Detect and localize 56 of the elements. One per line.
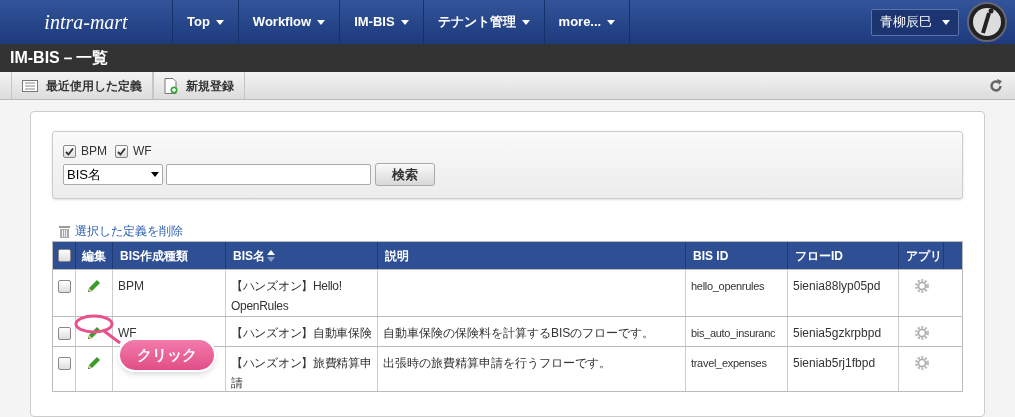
table-cell-text: BPM — [118, 278, 145, 295]
search-field[interactable] — [166, 164, 371, 185]
table-cell-text: 【ハンズオン】旅費精算申請 — [231, 355, 372, 391]
checkbox[interactable] — [57, 249, 71, 262]
avatar-icon[interactable] — [967, 2, 1007, 42]
new-document-icon — [164, 77, 178, 94]
checkbox[interactable] — [57, 327, 71, 340]
table-cell-text: hello_openrules — [691, 279, 766, 294]
checkbox[interactable] — [57, 357, 71, 370]
table-cell-text: 出張時の旅費精算申請を行うフローです。 — [383, 355, 612, 372]
logo: intra-mart — [44, 10, 128, 35]
edit-icon[interactable] — [86, 325, 102, 341]
checkbox[interactable] — [63, 144, 76, 158]
sort-icon[interactable] — [267, 249, 275, 262]
table-cell-text: 自動車保険の保険料を計算するBISのフローです。 — [383, 325, 656, 342]
edit-icon[interactable] — [86, 278, 102, 294]
caret-icon — [317, 19, 326, 25]
table-cell-text: 5ieniab5rj1fbpd — [793, 355, 877, 372]
checkbox-label: BPM — [81, 143, 107, 160]
settings-icon[interactable] — [914, 279, 929, 293]
caret-icon — [400, 19, 409, 25]
column-header[interactable]: BIS作成種類 — [113, 242, 226, 269]
caret-icon — [521, 19, 530, 25]
table-cell-text: 5ienia88lyp05pd — [793, 278, 882, 295]
column-header[interactable]: 編集 — [76, 242, 113, 269]
column-header[interactable]: アプリ — [899, 242, 944, 269]
edit-icon[interactable] — [86, 355, 102, 371]
caret-icon — [942, 19, 950, 25]
page-title: IM-BIS－一覧 — [10, 48, 108, 68]
callout-label: クリック — [118, 338, 216, 372]
table-cell-text: 5ienia5gzkrpbpd — [793, 325, 883, 342]
column-header[interactable]: BIS名 — [226, 242, 378, 269]
caret-icon — [215, 19, 224, 25]
column-header[interactable]: BIS ID — [686, 242, 788, 269]
refresh-icon[interactable] — [989, 78, 1003, 93]
caret-icon — [607, 19, 616, 25]
table-cell-text: 【ハンズオン】Hello! OpenRules — [231, 278, 343, 315]
checkbox-label: WF — [133, 143, 152, 160]
table-cell-text: 【ハンズオン】自動車保険 — [231, 325, 372, 342]
settings-icon[interactable] — [914, 356, 929, 370]
trash-icon — [59, 224, 70, 238]
checkbox[interactable] — [115, 144, 128, 158]
select-field[interactable]: BIS名 — [63, 164, 163, 185]
table-cell-text: travel_expenses — [691, 356, 768, 371]
caret-icon — [151, 172, 159, 177]
search-button[interactable]: 検索 — [375, 163, 435, 186]
column-header[interactable]: フローID — [788, 242, 899, 269]
column-header[interactable]: 説明 — [378, 242, 686, 269]
settings-icon[interactable] — [914, 326, 929, 340]
checkbox[interactable] — [57, 280, 71, 293]
toolbar-button[interactable]: 最近使用した定義 — [11, 72, 153, 99]
toolbar-button[interactable]: 新規登録 — [153, 72, 245, 99]
table-cell-text: bis_auto_insuranc — [691, 326, 777, 341]
delete-link[interactable]: 選択した定義を削除 — [75, 222, 183, 240]
user-dropdown[interactable]: 青柳辰巳 — [871, 8, 959, 36]
list-icon — [22, 79, 38, 92]
